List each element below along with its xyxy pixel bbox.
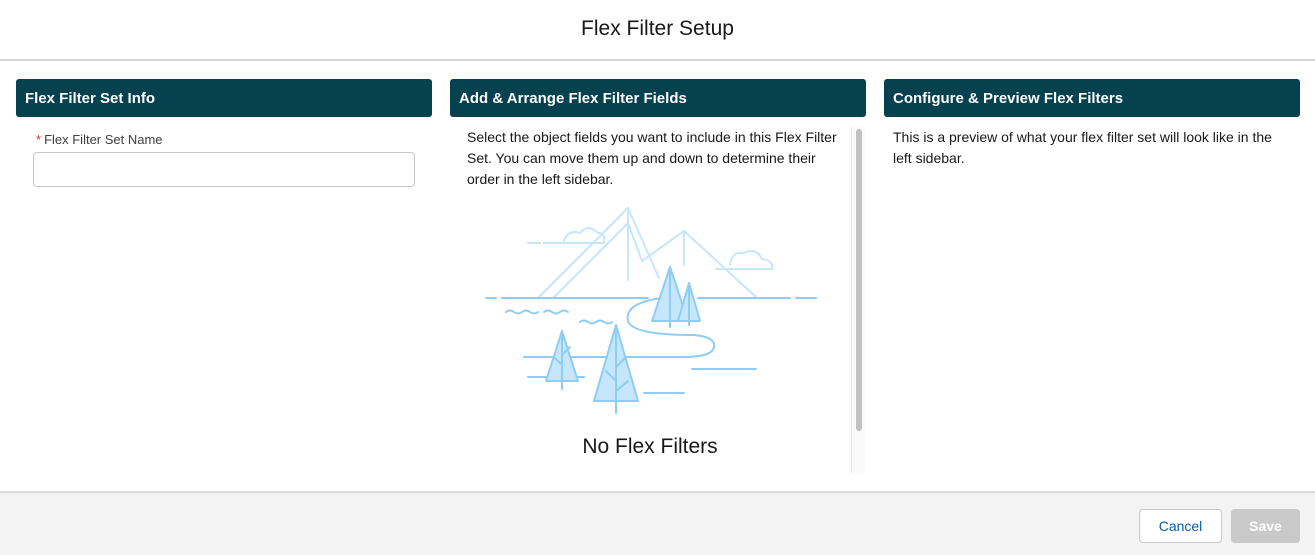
panel-header-set-info: Flex Filter Set Info [16, 79, 432, 117]
flex-filter-set-name-label: * Flex Filter Set Name [36, 132, 163, 147]
save-button[interactable]: Save [1231, 509, 1300, 543]
modal-title: Flex Filter Setup [581, 16, 734, 40]
panel-header-preview: Configure & Preview Flex Filters [884, 79, 1300, 117]
required-marker: * [36, 132, 42, 147]
modal-header: Flex Filter Setup [0, 0, 1315, 61]
scrollbar-thumb[interactable] [856, 129, 862, 431]
cancel-button[interactable]: Cancel [1139, 509, 1222, 543]
flex-filter-set-name-input[interactable] [33, 152, 415, 187]
fields-panel-scrollbar[interactable] [851, 127, 865, 473]
empty-state-title: No Flex Filters [582, 435, 718, 458]
preview-description: This is a preview of what your flex filt… [893, 129, 1272, 166]
arrange-fields-description: Select the object fields you want to inc… [467, 129, 837, 187]
field-label-text: Flex Filter Set Name [44, 132, 163, 147]
modal-footer: Cancel Save [0, 491, 1315, 555]
panel-header-arrange-fields: Add & Arrange Flex Filter Fields [450, 79, 866, 117]
mountains-trees-illustration-icon [485, 207, 817, 414]
